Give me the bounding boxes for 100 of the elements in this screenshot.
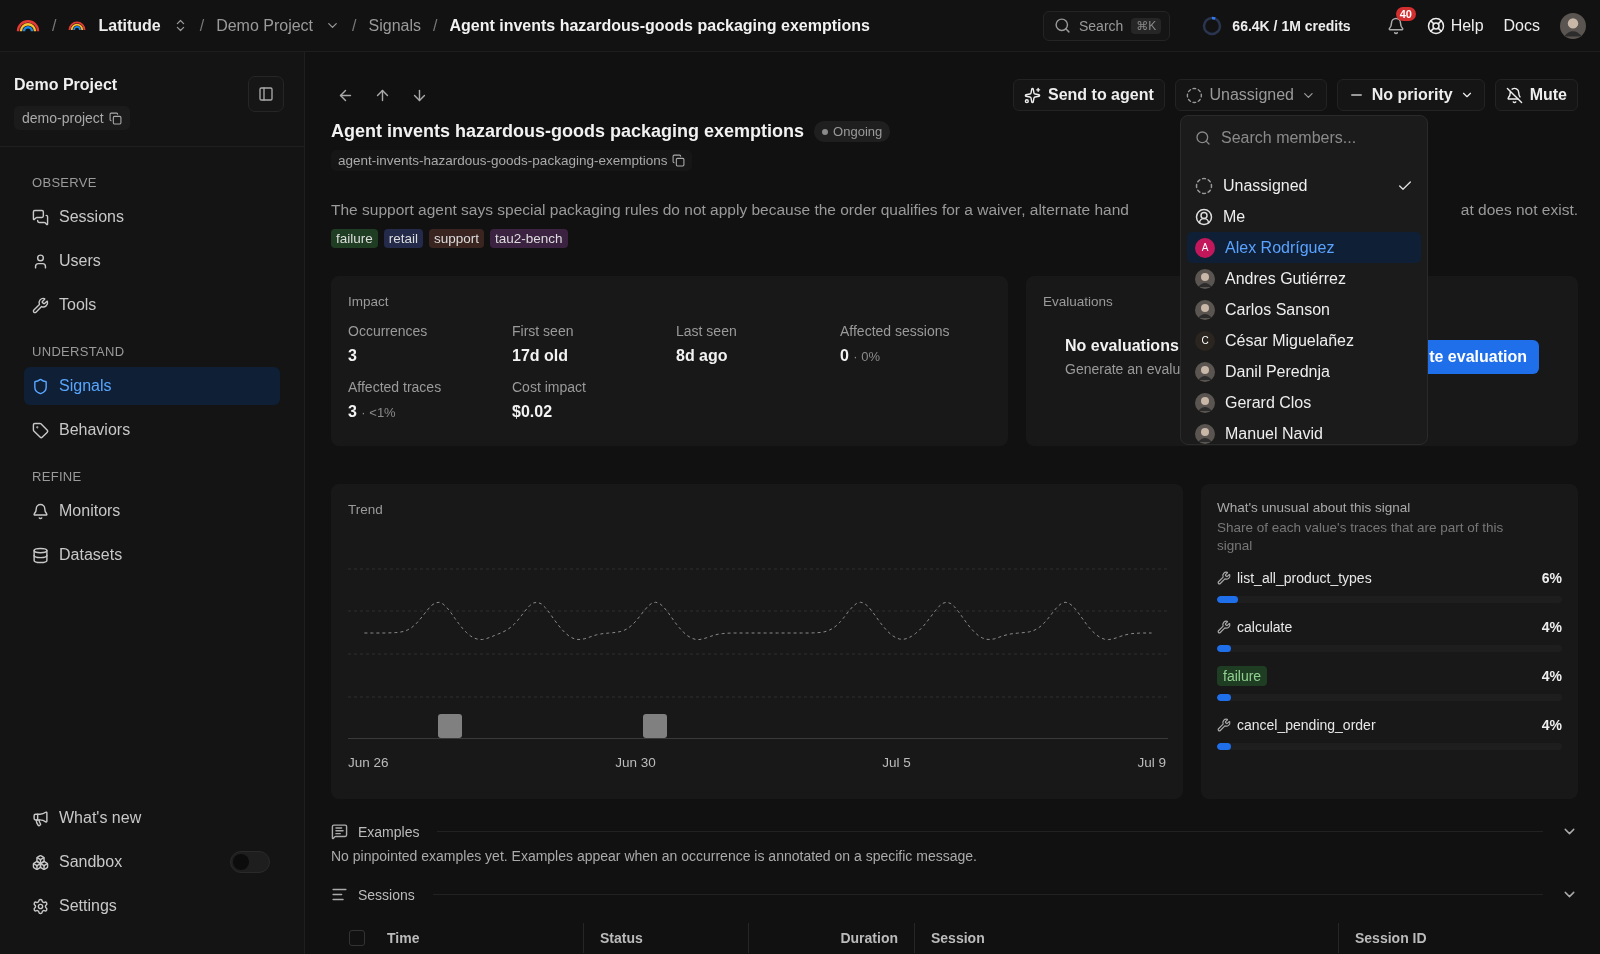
stat-value: $0.02 bbox=[512, 403, 554, 421]
stat-label: Last seen bbox=[676, 323, 738, 339]
priority-dropdown[interactable]: No priority bbox=[1336, 79, 1485, 111]
column-header: Session bbox=[914, 923, 1338, 953]
credits-ring-icon bbox=[1202, 15, 1223, 36]
stat-label: Affected sessions bbox=[840, 323, 951, 339]
section-heading: UNDERSTAND bbox=[31, 343, 126, 361]
member-search-field[interactable]: Search members... bbox=[1219, 128, 1409, 148]
member-option[interactable]: A Alex Rodríguez bbox=[1187, 232, 1421, 263]
member-option[interactable]: C César Miguelañez bbox=[1187, 325, 1421, 356]
stat-value: 17d old bbox=[512, 347, 569, 365]
member-option[interactable]: Unassigned bbox=[1187, 170, 1421, 201]
column-header: Status bbox=[583, 923, 748, 953]
share-value: 6% bbox=[1541, 570, 1562, 587]
rainbow-icon bbox=[68, 20, 87, 31]
column-header: Duration bbox=[748, 923, 914, 953]
sparkles-icon bbox=[1024, 86, 1041, 104]
tag: tau2-bench bbox=[490, 229, 568, 248]
tag: retail bbox=[383, 229, 424, 248]
help-link[interactable]: Help bbox=[1426, 16, 1484, 35]
docs-link[interactable]: Docs bbox=[1503, 16, 1540, 35]
user-avatar-icon bbox=[1560, 12, 1586, 39]
breadcrumb-link[interactable]: Demo Project bbox=[216, 16, 314, 35]
breadcrumb-link[interactable]: Signals bbox=[368, 16, 421, 35]
nav-icon bbox=[32, 252, 49, 270]
breadcrumb-link[interactable]: Agent invents hazardous-goods packaging exemptions bbox=[449, 16, 870, 35]
nav-icon bbox=[32, 546, 49, 564]
stat-value: 8d ago bbox=[676, 347, 729, 365]
project-name: Demo Project bbox=[14, 76, 119, 94]
stat-value: 3 bbox=[348, 347, 358, 365]
section-title: Examples bbox=[358, 823, 420, 840]
search-icon bbox=[1054, 17, 1071, 34]
member-option[interactable]: Gerard Clos bbox=[1187, 387, 1421, 418]
axis-label: Jul 5 bbox=[882, 755, 911, 770]
issue-description: The support agent says special packaging rules do not apply because the order qualifies for a waiver, alternate hand bbox=[331, 201, 1129, 219]
copy-icon bbox=[108, 111, 122, 125]
project-slug[interactable]: demo-project bbox=[14, 106, 130, 130]
nav-icon bbox=[32, 897, 49, 915]
generate-evaluation-button[interactable]: te evaluation bbox=[1427, 340, 1539, 374]
sidebar-item[interactable]: Users bbox=[24, 242, 280, 280]
avatar-icon: A bbox=[1195, 237, 1215, 258]
column-header: Time bbox=[386, 929, 421, 948]
breadcrumb-separator: / bbox=[199, 16, 205, 35]
stat-label: First seen bbox=[512, 323, 575, 339]
axis-label: Jul 9 bbox=[1137, 755, 1166, 770]
nav-icon bbox=[32, 421, 49, 439]
section-heading: OBSERVE bbox=[31, 174, 98, 192]
person-avatar-icon bbox=[1195, 268, 1215, 289]
assignee-dropdown[interactable]: Unassigned bbox=[1174, 79, 1327, 111]
dashed-circle-icon bbox=[1185, 86, 1203, 104]
sidebar-item[interactable]: Settings bbox=[32, 897, 117, 915]
sidebar-item[interactable]: What's new bbox=[32, 809, 142, 827]
nav-icon bbox=[32, 208, 49, 226]
sidebar-item[interactable]: Tools bbox=[24, 286, 280, 324]
nav-icon bbox=[32, 502, 49, 520]
search-field[interactable]: Search ⌘K bbox=[1043, 10, 1171, 41]
member-option[interactable]: Me bbox=[1187, 201, 1421, 232]
breadcrumb-link[interactable]: Latitude bbox=[98, 16, 161, 35]
share-value: 4% bbox=[1541, 619, 1562, 636]
collapse-sidebar-button[interactable] bbox=[248, 76, 284, 112]
copy-icon bbox=[672, 154, 686, 167]
tool-label: list_all_product_types bbox=[1217, 570, 1372, 587]
send-to-agent-button[interactable]: Send to agent bbox=[1013, 79, 1165, 111]
member-option[interactable]: Danil Perednja bbox=[1187, 356, 1421, 387]
sandbox-switch[interactable] bbox=[230, 851, 270, 873]
wrench-icon bbox=[1217, 571, 1231, 586]
member-option[interactable]: Andres Gutiérrez bbox=[1187, 263, 1421, 294]
tag: failure bbox=[331, 229, 378, 248]
person-avatar-icon bbox=[1195, 299, 1215, 320]
user-icon bbox=[1195, 207, 1213, 226]
sidebar-item[interactable]: Datasets bbox=[24, 536, 280, 574]
sidebar-item[interactable]: Monitors bbox=[24, 492, 280, 530]
search-icon bbox=[1195, 130, 1211, 146]
card-subtitle: Share of each value's traces that are part of this signal bbox=[1217, 519, 1505, 555]
card-title: What's unusual about this signal bbox=[1217, 500, 1412, 515]
wrench-icon bbox=[1217, 718, 1231, 733]
credits-label: 66.4K / 1M credits bbox=[1232, 17, 1351, 34]
message-icon bbox=[331, 823, 348, 840]
stat-label: Cost impact bbox=[512, 379, 587, 395]
person-avatar-icon bbox=[1195, 392, 1215, 413]
dashed-circle-icon bbox=[1195, 176, 1213, 195]
select-all-checkbox[interactable] bbox=[349, 930, 365, 946]
sidebar-item[interactable]: Signals bbox=[24, 367, 280, 405]
sidebar-item[interactable]: Sandbox bbox=[32, 853, 123, 871]
breadcrumb-separator: / bbox=[352, 16, 357, 35]
empty-message: No pinpointed examples yet. Examples appear when an occurrence is annotated on a specific message. bbox=[331, 848, 978, 864]
logo-icon bbox=[16, 18, 40, 33]
empty-text: Generate an evalu bbox=[1065, 361, 1181, 377]
breadcrumb-separator: / bbox=[52, 16, 57, 35]
stat-label: Occurrences bbox=[348, 323, 429, 339]
mute-button[interactable]: Mute bbox=[1494, 79, 1578, 111]
notifications-bell-icon[interactable] bbox=[1386, 16, 1405, 35]
issue-slug[interactable]: agent-invents-hazardous-goods-packaging-exemptions bbox=[331, 150, 693, 171]
list-icon bbox=[331, 886, 348, 903]
sidebar-item[interactable]: Sessions bbox=[24, 198, 280, 236]
tool-label: calculate bbox=[1217, 619, 1293, 636]
member-option[interactable]: Carlos Sanson bbox=[1187, 294, 1421, 325]
sidebar-item[interactable]: Behaviors bbox=[24, 411, 280, 449]
member-option[interactable]: Manuel Navid bbox=[1187, 418, 1421, 444]
notification-count: 40 bbox=[1395, 6, 1416, 21]
